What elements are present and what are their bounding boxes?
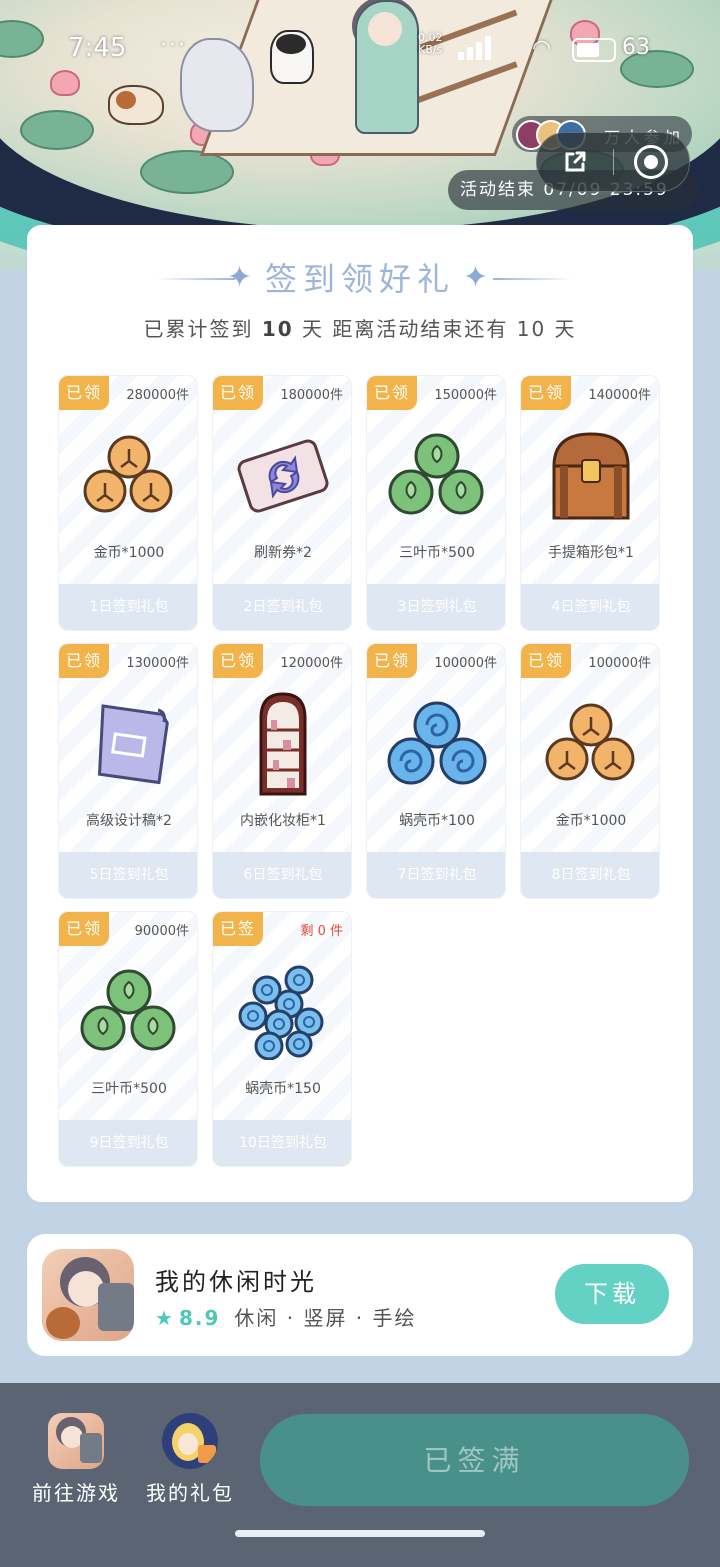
reward-name: 内嵌化妆柜*1 bbox=[240, 813, 326, 829]
card-header: ✦ 签到领好礼 ✦ bbox=[27, 257, 693, 301]
bottom-action-bar: 前往游戏 我的礼包 已签满 bbox=[0, 1383, 720, 1567]
status-time: 7:45 bbox=[68, 33, 127, 63]
gold-coin-icon bbox=[545, 703, 635, 781]
target-icon bbox=[634, 145, 668, 179]
status-bar: 7:45 ··· 0.02 KB/s ◠ 63 bbox=[0, 0, 720, 90]
snail-coin-pile-icon bbox=[238, 965, 324, 1060]
my-gifts-button[interactable]: 我的礼包 bbox=[140, 1413, 240, 1506]
remaining-days: 10 bbox=[516, 317, 547, 341]
reward-name: 手提箱形包*1 bbox=[548, 545, 634, 561]
share-button[interactable] bbox=[537, 133, 613, 191]
sparkle-icon: ✦ bbox=[463, 260, 489, 295]
sparkle-icon: ✦ bbox=[227, 260, 253, 295]
reward-tile[interactable]: 已领 120000件 内嵌化妆柜*1 6日签到礼包 bbox=[212, 643, 352, 899]
dog-figure bbox=[108, 85, 164, 125]
reward-day-label: 1日签到礼包 bbox=[59, 584, 197, 630]
claimed-tag: 已领 bbox=[59, 644, 109, 678]
reward-day-label: 6日签到礼包 bbox=[213, 852, 351, 898]
blueprint-scroll-icon bbox=[97, 704, 169, 785]
claimed-tag: 已领 bbox=[367, 376, 417, 410]
signal-icon bbox=[458, 36, 492, 60]
goto-game-label: 前往游戏 bbox=[32, 1481, 120, 1505]
star-icon: ★ bbox=[155, 1306, 175, 1330]
signed-tag: 已签 bbox=[213, 912, 263, 946]
reward-day-label: 2日签到礼包 bbox=[213, 584, 351, 630]
game-icon bbox=[48, 1413, 104, 1469]
reward-tile[interactable]: 已签 剩 0 件 蜗壳币*150 10日签到礼包 bbox=[212, 911, 352, 1167]
stock-count: 100000件 bbox=[588, 656, 651, 671]
checkin-summary: 已累计签到 10 天 距离活动结束还有 10 天 bbox=[143, 317, 577, 341]
stock-count: 150000件 bbox=[434, 388, 497, 403]
reward-day-label: 9日签到礼包 bbox=[59, 1120, 197, 1166]
reward-tile[interactable]: 已领 90000件 三叶币*500 9日签到礼包 bbox=[58, 911, 198, 1167]
reward-tile[interactable]: 已领 100000件 蜗壳币*100 7日签到礼包 bbox=[366, 643, 506, 899]
clover-coin-icon bbox=[80, 969, 176, 1051]
checkin-days: 10 bbox=[261, 317, 294, 341]
my-gifts-label: 我的礼包 bbox=[146, 1481, 234, 1505]
wifi-icon: ◠ bbox=[532, 36, 552, 61]
refresh-ticket-icon bbox=[237, 439, 329, 513]
stock-count: 180000件 bbox=[280, 388, 343, 403]
stock-count: 90000件 bbox=[134, 924, 189, 939]
claimed-tag: 已领 bbox=[213, 644, 263, 678]
gold-coin-icon bbox=[83, 435, 173, 513]
stock-count: 120000件 bbox=[280, 656, 343, 671]
reward-tile[interactable]: 已领 280000件 金币*1000 1日签到礼包 bbox=[58, 375, 198, 631]
claimed-tag: 已领 bbox=[521, 644, 571, 678]
game-meta: ★ 8.9 休闲 · 竖屏 · 手绘 bbox=[155, 1302, 417, 1331]
game-name: 我的休闲时光 bbox=[155, 1268, 317, 1296]
reward-name: 三叶币*500 bbox=[399, 545, 475, 561]
gift-avatar-icon bbox=[162, 1413, 218, 1469]
reward-tile[interactable]: 已领 150000件 三叶币*500 3日签到礼包 bbox=[366, 375, 506, 631]
miniprogram-capsule bbox=[536, 132, 690, 192]
reward-name: 金币*1000 bbox=[93, 545, 165, 561]
stock-count: 100000件 bbox=[434, 656, 497, 671]
reward-name: 金币*1000 bbox=[555, 813, 627, 829]
status-dots: ··· bbox=[160, 33, 187, 58]
download-button[interactable]: 下载 bbox=[555, 1264, 669, 1324]
reward-day-label: 10日签到礼包 bbox=[213, 1120, 351, 1166]
all-signed-button[interactable]: 已签满 bbox=[260, 1414, 689, 1506]
reward-day-label: 3日签到礼包 bbox=[367, 584, 505, 630]
battery-icon bbox=[572, 38, 616, 62]
snail-coin-icon bbox=[387, 701, 487, 785]
stock-count: 剩 0 件 bbox=[300, 924, 343, 939]
close-miniprogram-button[interactable] bbox=[613, 133, 689, 191]
reward-day-label: 4日签到礼包 bbox=[521, 584, 659, 630]
reward-tile[interactable]: 已领 130000件 高级设计稿*2 5日签到礼包 bbox=[58, 643, 198, 899]
game-tags: 休闲 · 竖屏 · 手绘 bbox=[234, 1306, 417, 1330]
claimed-tag: 已领 bbox=[213, 376, 263, 410]
reward-tile[interactable]: 已领 100000件 金币*1000 8日签到礼包 bbox=[520, 643, 660, 899]
claimed-tag: 已领 bbox=[367, 644, 417, 678]
reward-day-label: 7日签到礼包 bbox=[367, 852, 505, 898]
reward-day-label: 8日签到礼包 bbox=[521, 852, 659, 898]
stock-count: 280000件 bbox=[126, 388, 189, 403]
reward-name: 蜗壳币*100 bbox=[399, 813, 475, 829]
reward-name: 刷新券*2 bbox=[254, 545, 312, 561]
stock-count: 130000件 bbox=[126, 656, 189, 671]
reward-name: 蜗壳币*150 bbox=[245, 1081, 321, 1097]
claimed-tag: 已领 bbox=[59, 912, 109, 946]
claimed-tag: 已领 bbox=[521, 376, 571, 410]
game-info-card[interactable]: 我的休闲时光 ★ 8.9 休闲 · 竖屏 · 手绘 下载 bbox=[27, 1234, 693, 1356]
share-icon bbox=[565, 151, 586, 172]
battery-percent: 63 bbox=[622, 35, 650, 60]
reward-tile[interactable]: 已领 180000件 刷新券*2 2日签到礼包 bbox=[212, 375, 352, 631]
checkin-card: ✦ 签到领好礼 ✦ 已累计签到 10 天 距离活动结束还有 10 天 已领 28… bbox=[27, 225, 693, 1202]
stock-count: 140000件 bbox=[588, 388, 651, 403]
goto-game-button[interactable]: 前往游戏 bbox=[26, 1413, 126, 1506]
reward-day-label: 5日签到礼包 bbox=[59, 852, 197, 898]
game-app-icon bbox=[42, 1249, 134, 1341]
reward-tile[interactable]: 已领 140000件 手提箱形包*1 4日签到礼包 bbox=[520, 375, 660, 631]
page-title: 签到领好礼 bbox=[264, 260, 455, 298]
reward-name: 高级设计稿*2 bbox=[86, 813, 172, 829]
game-rating: 8.9 bbox=[178, 1306, 221, 1330]
treasure-chest-icon bbox=[552, 432, 630, 520]
cabinet-icon bbox=[259, 692, 307, 796]
reward-name: 三叶币*500 bbox=[91, 1081, 167, 1097]
claimed-tag: 已领 bbox=[59, 376, 109, 410]
clover-coin-icon bbox=[388, 433, 484, 515]
network-speed: 0.02 KB/s bbox=[418, 31, 443, 56]
home-indicator[interactable] bbox=[235, 1530, 485, 1537]
